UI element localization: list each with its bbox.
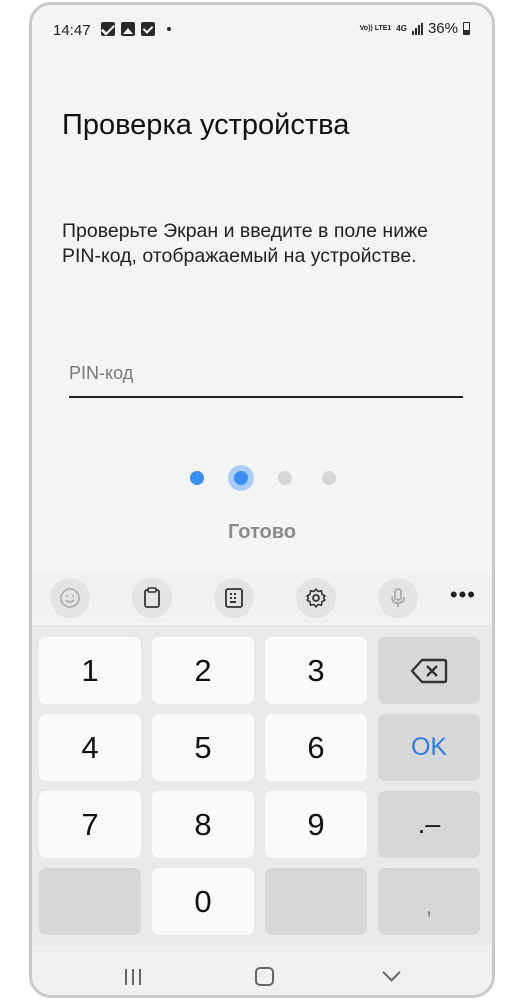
settings-icon — [306, 588, 326, 608]
voice-input-button[interactable] — [378, 578, 418, 618]
battery-percent: 36% — [427, 20, 458, 37]
image-icon — [121, 22, 135, 36]
emoji-button[interactable] — [50, 578, 90, 618]
network-type-label: 4G — [396, 23, 407, 33]
key-6[interactable]: 6 — [265, 714, 367, 781]
key-4[interactable]: 4 — [39, 714, 141, 781]
home-icon[interactable] — [255, 967, 274, 986]
key-9[interactable]: 9 — [265, 791, 367, 858]
key-0[interactable]: 0 — [152, 868, 254, 935]
screen: 14:47 Vo)) LTE1 4G 36% Проверка устройст… — [32, 5, 492, 995]
progress-indicator — [32, 463, 492, 493]
clipboard-icon — [144, 587, 160, 608]
status-time: 14:47 — [53, 22, 91, 39]
battery-icon — [463, 22, 470, 35]
progress-dot-2-current — [228, 465, 254, 491]
instruction-text: Проверьте Экран и введите в поле ниже PI… — [62, 220, 428, 267]
more-icon[interactable]: ••• — [450, 584, 476, 606]
key-7[interactable]: 7 — [39, 791, 141, 858]
keyboard-mode-icon — [225, 588, 243, 608]
progress-dot-3 — [278, 471, 292, 485]
volte-label: Vo)) LTE1 — [359, 25, 392, 32]
progress-dot-1 — [190, 471, 204, 485]
backspace-key[interactable] — [378, 637, 480, 704]
phone-frame: 14:47 Vo)) LTE1 4G 36% Проверка устройст… — [29, 2, 495, 998]
key-2[interactable]: 2 — [152, 637, 254, 704]
settings-button[interactable] — [296, 578, 336, 618]
mail-icon — [101, 22, 115, 36]
microphone-icon — [391, 588, 405, 607]
key-5[interactable]: 5 — [152, 714, 254, 781]
clipboard-button[interactable] — [132, 578, 172, 618]
comma-key[interactable]: , — [378, 868, 480, 935]
recent-apps-icon[interactable] — [125, 969, 141, 985]
emoji-icon — [60, 588, 80, 608]
ok-key[interactable]: OK — [378, 714, 480, 781]
status-bar: 14:47 Vo)) LTE1 4G 36% — [32, 5, 492, 55]
blank-key-left — [39, 868, 141, 935]
key-8[interactable]: 8 — [152, 791, 254, 858]
keyboard-mode-button[interactable] — [214, 578, 254, 618]
numeric-keyboard: 1 2 3 4 5 6 OK 7 8 9 .– 0 , — [32, 625, 492, 945]
key-1[interactable]: 1 — [39, 637, 141, 704]
backspace-icon — [410, 658, 448, 683]
page-title: Проверка устройства — [62, 109, 350, 141]
pin-input[interactable] — [69, 360, 463, 384]
pin-field[interactable] — [69, 360, 463, 398]
done-button[interactable]: Готово — [212, 521, 312, 544]
dot-minus-key[interactable]: .– — [378, 791, 480, 858]
key-3[interactable]: 3 — [265, 637, 367, 704]
more-notifications-dot-icon — [167, 27, 171, 31]
notification-icons — [101, 22, 171, 36]
blank-key-right — [265, 868, 367, 935]
status-indicators: Vo)) LTE1 4G 36% — [360, 20, 470, 37]
signal-icon — [411, 22, 423, 35]
keyboard-toolbar: ••• — [32, 571, 492, 623]
back-chevron-down-icon[interactable] — [382, 963, 401, 982]
navigation-bar — [32, 945, 492, 995]
progress-dot-4 — [322, 471, 336, 485]
check-icon — [141, 22, 155, 36]
